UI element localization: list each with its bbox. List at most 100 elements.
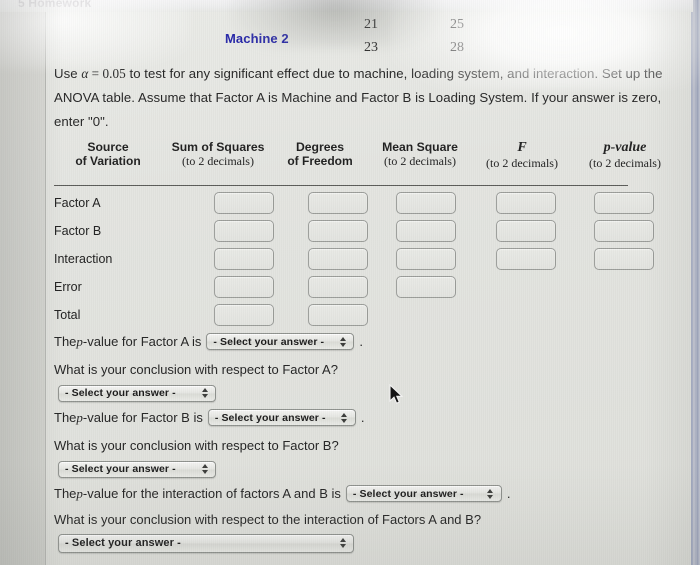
p-value-interaction-line: The p -value for the interaction of facto… — [54, 485, 511, 502]
q3-period: . — [506, 486, 511, 501]
input-interaction-sum-of-squares[interactable] — [214, 248, 274, 270]
input-factor-a-degrees-of-freedom[interactable] — [308, 192, 368, 214]
table-row: Factor A — [46, 192, 676, 220]
screen-photo-background: Machine 2 21 25 23 28 Use α = 0.05 to te… — [0, 0, 700, 565]
prompt-line2: ANOVA table. Assume that Factor A is Mac… — [54, 90, 662, 105]
header-line1: Degrees — [295, 140, 345, 154]
scrollbar-track[interactable] — [693, 0, 700, 565]
stepper-arrows-icon[interactable] — [336, 536, 349, 551]
select-label: - Select your answer - — [65, 463, 176, 475]
select-p-value-interaction[interactable]: - Select your answer - — [345, 485, 502, 502]
problem-prompt: Use α = 0.05 to test for any significant… — [54, 62, 684, 134]
stepper-arrows-icon[interactable] — [484, 486, 497, 501]
q2-conclusion-text: What is your conclusion with respect to … — [54, 438, 339, 453]
input-interaction-p-value[interactable] — [594, 248, 654, 270]
select-conclusion-factor-a[interactable]: - Select your answer - — [58, 384, 216, 402]
stepper-arrows-icon[interactable] — [198, 462, 211, 477]
select-conclusion-factor-b[interactable]: - Select your answer - — [58, 460, 216, 478]
machine-data-block: Machine 2 21 25 23 28 — [46, 12, 693, 64]
header-line2: (to 2 decimals) — [589, 156, 661, 170]
input-interaction-mean-square[interactable] — [396, 248, 456, 270]
input-factor-a-p-value[interactable] — [594, 192, 654, 214]
input-factor-a-sum-of-squares[interactable] — [214, 192, 274, 214]
stepper-arrows-icon[interactable] — [198, 386, 211, 401]
row-label-interaction: Interaction — [54, 252, 113, 266]
row-label-error: Error — [54, 280, 82, 294]
input-error-sum-of-squares[interactable] — [214, 276, 274, 298]
input-factor-a-f[interactable] — [496, 192, 556, 214]
page-content: Machine 2 21 25 23 28 Use α = 0.05 to te… — [46, 12, 693, 565]
p-value-factor-b-line: The p -value for Factor B is - Select you… — [54, 409, 364, 426]
browser-tab-title: 5 Homework — [18, 0, 92, 10]
q1-pvalue-post: -value for Factor A is — [82, 334, 202, 349]
prompt-line1-a: Use — [54, 66, 82, 81]
header-line2: (to 2 decimals) — [486, 156, 558, 170]
column-header-degrees-of-freedom: Degrees of Freedom — [270, 140, 370, 168]
page-left-gutter — [0, 12, 45, 565]
q3-pvalue-pre: The — [54, 486, 77, 501]
alpha-value: 0.05 — [102, 66, 126, 81]
input-factor-b-mean-square[interactable] — [396, 220, 456, 242]
q1-period: . — [359, 334, 364, 349]
select-p-value-factor-a[interactable]: - Select your answer - — [206, 333, 355, 350]
prompt-line1-b: to test for any significant effect due t… — [125, 66, 663, 81]
conclusion-question-interaction: What is your conclusion with respect to … — [54, 512, 481, 527]
header-line1: Source — [87, 140, 129, 154]
column-header-source: Source of Variation — [54, 140, 162, 168]
table-row: Factor B — [46, 220, 676, 248]
q3-conclusion-text: What is your conclusion with respect to … — [54, 512, 482, 527]
input-factor-b-p-value[interactable] — [594, 220, 654, 242]
anova-table: Source of Variation Sum of Squares (to 2… — [54, 140, 684, 186]
column-header-sum-of-squares: Sum of Squares (to 2 decimals) — [158, 140, 278, 169]
machine-data-cell: 28 — [450, 40, 464, 55]
p-value-factor-a-line: The p -value for Factor A is - Select you… — [54, 333, 363, 350]
q3-pvalue-post: -value for the interaction of factors A … — [82, 486, 341, 501]
input-interaction-f[interactable] — [496, 248, 556, 270]
assignment-page: Machine 2 21 25 23 28 Use α = 0.05 to te… — [45, 12, 693, 565]
input-factor-a-mean-square[interactable] — [396, 192, 456, 214]
conclusion-question-factor-b: What is your conclusion with respect to … — [54, 438, 339, 453]
input-error-degrees-of-freedom[interactable] — [308, 276, 368, 298]
table-row: Interaction — [46, 248, 676, 276]
q2-period: . — [360, 410, 365, 425]
header-line2: (to 2 decimals) — [182, 154, 254, 168]
row-label-total: Total — [54, 308, 81, 322]
input-error-mean-square[interactable] — [396, 276, 456, 298]
select-label: - Select your answer - — [352, 487, 464, 500]
column-header-f: F (to 2 decimals) — [466, 140, 578, 171]
input-total-sum-of-squares[interactable] — [214, 304, 274, 326]
header-line1: Sum of Squares — [171, 140, 265, 154]
header-line1: p-value — [603, 140, 647, 155]
conclusion-select-interaction-wrap: - Select your answer - — [58, 533, 354, 553]
stepper-arrows-icon[interactable] — [336, 334, 349, 349]
machine-2-label: Machine 2 — [225, 31, 289, 46]
input-interaction-degrees-of-freedom[interactable] — [308, 248, 368, 270]
header-line2: of Variation — [75, 154, 141, 168]
select-label: - Select your answer - — [213, 335, 325, 348]
prompt-line3: enter "0". — [54, 114, 109, 129]
header-line2: (to 2 decimals) — [384, 154, 456, 168]
input-factor-b-sum-of-squares[interactable] — [214, 220, 274, 242]
header-line1: F — [517, 140, 527, 155]
select-p-value-factor-b[interactable]: - Select your answer - — [207, 409, 356, 426]
table-row: Total — [46, 304, 676, 332]
conclusion-select-factor-a-wrap: - Select your answer - — [58, 383, 216, 402]
machine-data-cell: 21 — [364, 17, 378, 32]
select-label: - Select your answer - — [65, 387, 176, 399]
stepper-arrows-icon[interactable] — [338, 410, 351, 425]
input-factor-b-degrees-of-freedom[interactable] — [308, 220, 368, 242]
input-factor-b-f[interactable] — [496, 220, 556, 242]
q1-conclusion-text: What is your conclusion with respect to … — [54, 362, 338, 377]
q2-pvalue-pre: The — [54, 410, 77, 425]
anova-table-header: Source of Variation Sum of Squares (to 2… — [54, 140, 684, 186]
select-conclusion-interaction[interactable]: - Select your answer - — [58, 533, 354, 553]
row-label-factor-b: Factor B — [54, 224, 102, 238]
column-header-p-value: p-value (to 2 decimals) — [566, 140, 684, 171]
table-row: Error — [46, 276, 676, 304]
prompt-equals: = — [88, 66, 103, 81]
input-total-degrees-of-freedom[interactable] — [308, 304, 368, 326]
header-line2: of Freedom — [287, 154, 353, 168]
conclusion-question-factor-a: What is your conclusion with respect to … — [54, 362, 338, 377]
browser-chrome-strip: 5 Homework — [0, 0, 700, 12]
column-header-mean-square: Mean Square (to 2 decimals) — [364, 140, 476, 169]
